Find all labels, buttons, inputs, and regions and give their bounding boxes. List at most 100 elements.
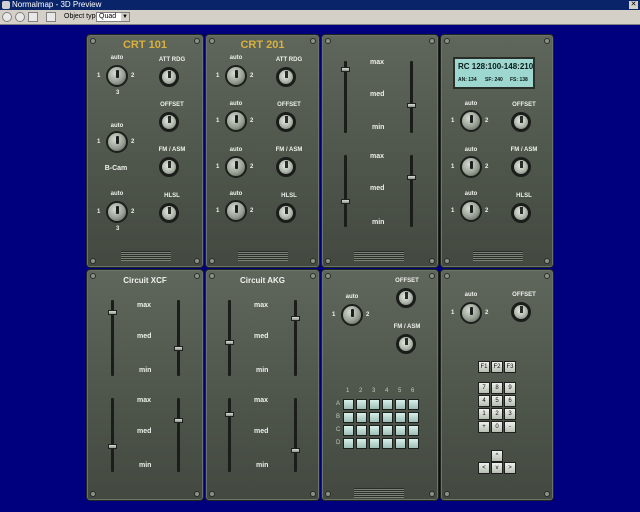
crt201-knob-2[interactable] [225, 110, 247, 132]
keypad-key-button[interactable]: 7 [478, 382, 490, 394]
chevron-down-icon[interactable]: ▼ [121, 13, 129, 21]
rc-knob-2[interactable] [460, 156, 482, 178]
pad-button[interactable] [408, 425, 419, 436]
pad-button[interactable] [369, 399, 380, 410]
fader-7[interactable] [108, 444, 117, 449]
close-button[interactable]: ✕ [629, 1, 638, 9]
arrow-right-button[interactable]: > [504, 462, 516, 474]
keypad-key-button[interactable]: 9 [504, 382, 516, 394]
object-type-select[interactable]: Quad ▼ [96, 12, 130, 22]
fader-5[interactable] [108, 310, 117, 315]
pad-button[interactable] [343, 438, 354, 449]
fader-1[interactable] [341, 67, 350, 72]
knob-label: auto [110, 123, 124, 129]
texture-icon[interactable] [28, 12, 38, 22]
rc-knob-3[interactable] [460, 200, 482, 222]
crt101-knob-3[interactable] [106, 201, 128, 223]
pad-button[interactable] [395, 399, 406, 410]
pad-button[interactable] [369, 425, 380, 436]
keypad-key-button[interactable]: 1 [478, 408, 490, 420]
pad-button[interactable] [395, 438, 406, 449]
fader-track [111, 398, 114, 472]
fader-9[interactable] [225, 340, 234, 345]
arrow-up-button[interactable]: ^ [491, 450, 503, 462]
sphere-icon[interactable] [2, 12, 12, 22]
keypad-key-button[interactable]: - [504, 421, 516, 433]
fader-4[interactable] [407, 175, 416, 180]
fader-3[interactable] [341, 199, 350, 204]
att-rdg-dial[interactable] [159, 67, 179, 87]
keypad-key-button[interactable]: 8 [491, 382, 503, 394]
crt201-knob-4[interactable] [225, 200, 247, 222]
offset-dial[interactable] [511, 112, 531, 132]
fader-track [410, 155, 413, 227]
pad-button[interactable] [382, 412, 393, 423]
pad-button[interactable] [356, 438, 367, 449]
pad-button[interactable] [382, 399, 393, 410]
screw-icon [429, 38, 435, 44]
keypad-key-button[interactable]: 2 [491, 408, 503, 420]
fm-asm-dial[interactable] [159, 157, 179, 177]
pad-button[interactable] [356, 425, 367, 436]
att-rdg-dial[interactable] [276, 67, 296, 87]
fm-asm-dial[interactable] [511, 157, 531, 177]
window-title: Normalmap - 3D Preview [12, 0, 102, 9]
rc-knob-1[interactable] [460, 110, 482, 132]
pad-button[interactable] [369, 438, 380, 449]
fm-asm-dial[interactable] [396, 334, 416, 354]
screw-icon [310, 258, 316, 264]
pad-button[interactable] [408, 412, 419, 423]
hlsl-dial[interactable] [511, 203, 531, 223]
pad-knob[interactable] [341, 304, 363, 326]
pad-button[interactable] [343, 425, 354, 436]
keypad-key-button[interactable]: 0 [491, 421, 503, 433]
keypad-key-button[interactable]: 3 [504, 408, 516, 420]
function-key-button[interactable]: F1 [478, 361, 490, 373]
offset-dial[interactable] [159, 112, 179, 132]
torus-icon[interactable] [15, 12, 25, 22]
vent-grille [121, 251, 171, 261]
crt201-knob-3[interactable] [225, 156, 247, 178]
fader-8[interactable] [174, 418, 183, 423]
crt201-knob-1[interactable] [225, 65, 247, 87]
pad-button[interactable] [408, 399, 419, 410]
pad-button[interactable] [382, 438, 393, 449]
screw-icon [209, 491, 215, 497]
pad-button[interactable] [369, 412, 380, 423]
fader-11[interactable] [225, 412, 234, 417]
pad-button[interactable] [395, 425, 406, 436]
pad-button[interactable] [343, 412, 354, 423]
hlsl-dial[interactable] [276, 203, 296, 223]
pad-button[interactable] [382, 425, 393, 436]
grid-icon[interactable] [46, 12, 56, 22]
pad-button[interactable] [356, 412, 367, 423]
knob-label: auto [345, 294, 359, 300]
fader-2[interactable] [407, 103, 416, 108]
function-key-button[interactable]: F3 [504, 361, 516, 373]
fader-min-label: min [372, 124, 385, 131]
fader-6[interactable] [174, 346, 183, 351]
keypad-key-button[interactable]: + [478, 421, 490, 433]
scale-1: 1 [216, 73, 220, 79]
offset-dial[interactable] [396, 288, 416, 308]
fader-10[interactable] [291, 316, 300, 321]
keypad-knob[interactable] [460, 302, 482, 324]
crt101-knob-2[interactable] [106, 131, 128, 153]
crt101-knob-1[interactable] [106, 65, 128, 87]
arrow-down-button[interactable]: v [491, 462, 503, 474]
fader-12[interactable] [291, 448, 300, 453]
keypad-key-button[interactable]: 5 [491, 395, 503, 407]
fm-asm-dial[interactable] [276, 157, 296, 177]
pad-button[interactable] [356, 399, 367, 410]
pad-button[interactable] [343, 399, 354, 410]
arrow-left-button[interactable]: < [478, 462, 490, 474]
pad-button[interactable] [395, 412, 406, 423]
offset-dial[interactable] [276, 112, 296, 132]
keypad-key-button[interactable]: 6 [504, 395, 516, 407]
hlsl-dial[interactable] [159, 203, 179, 223]
function-key-button[interactable]: F2 [491, 361, 503, 373]
offset-dial[interactable] [511, 302, 531, 322]
keypad-key-button[interactable]: 4 [478, 395, 490, 407]
pad-button[interactable] [408, 438, 419, 449]
screw-icon [544, 258, 550, 264]
